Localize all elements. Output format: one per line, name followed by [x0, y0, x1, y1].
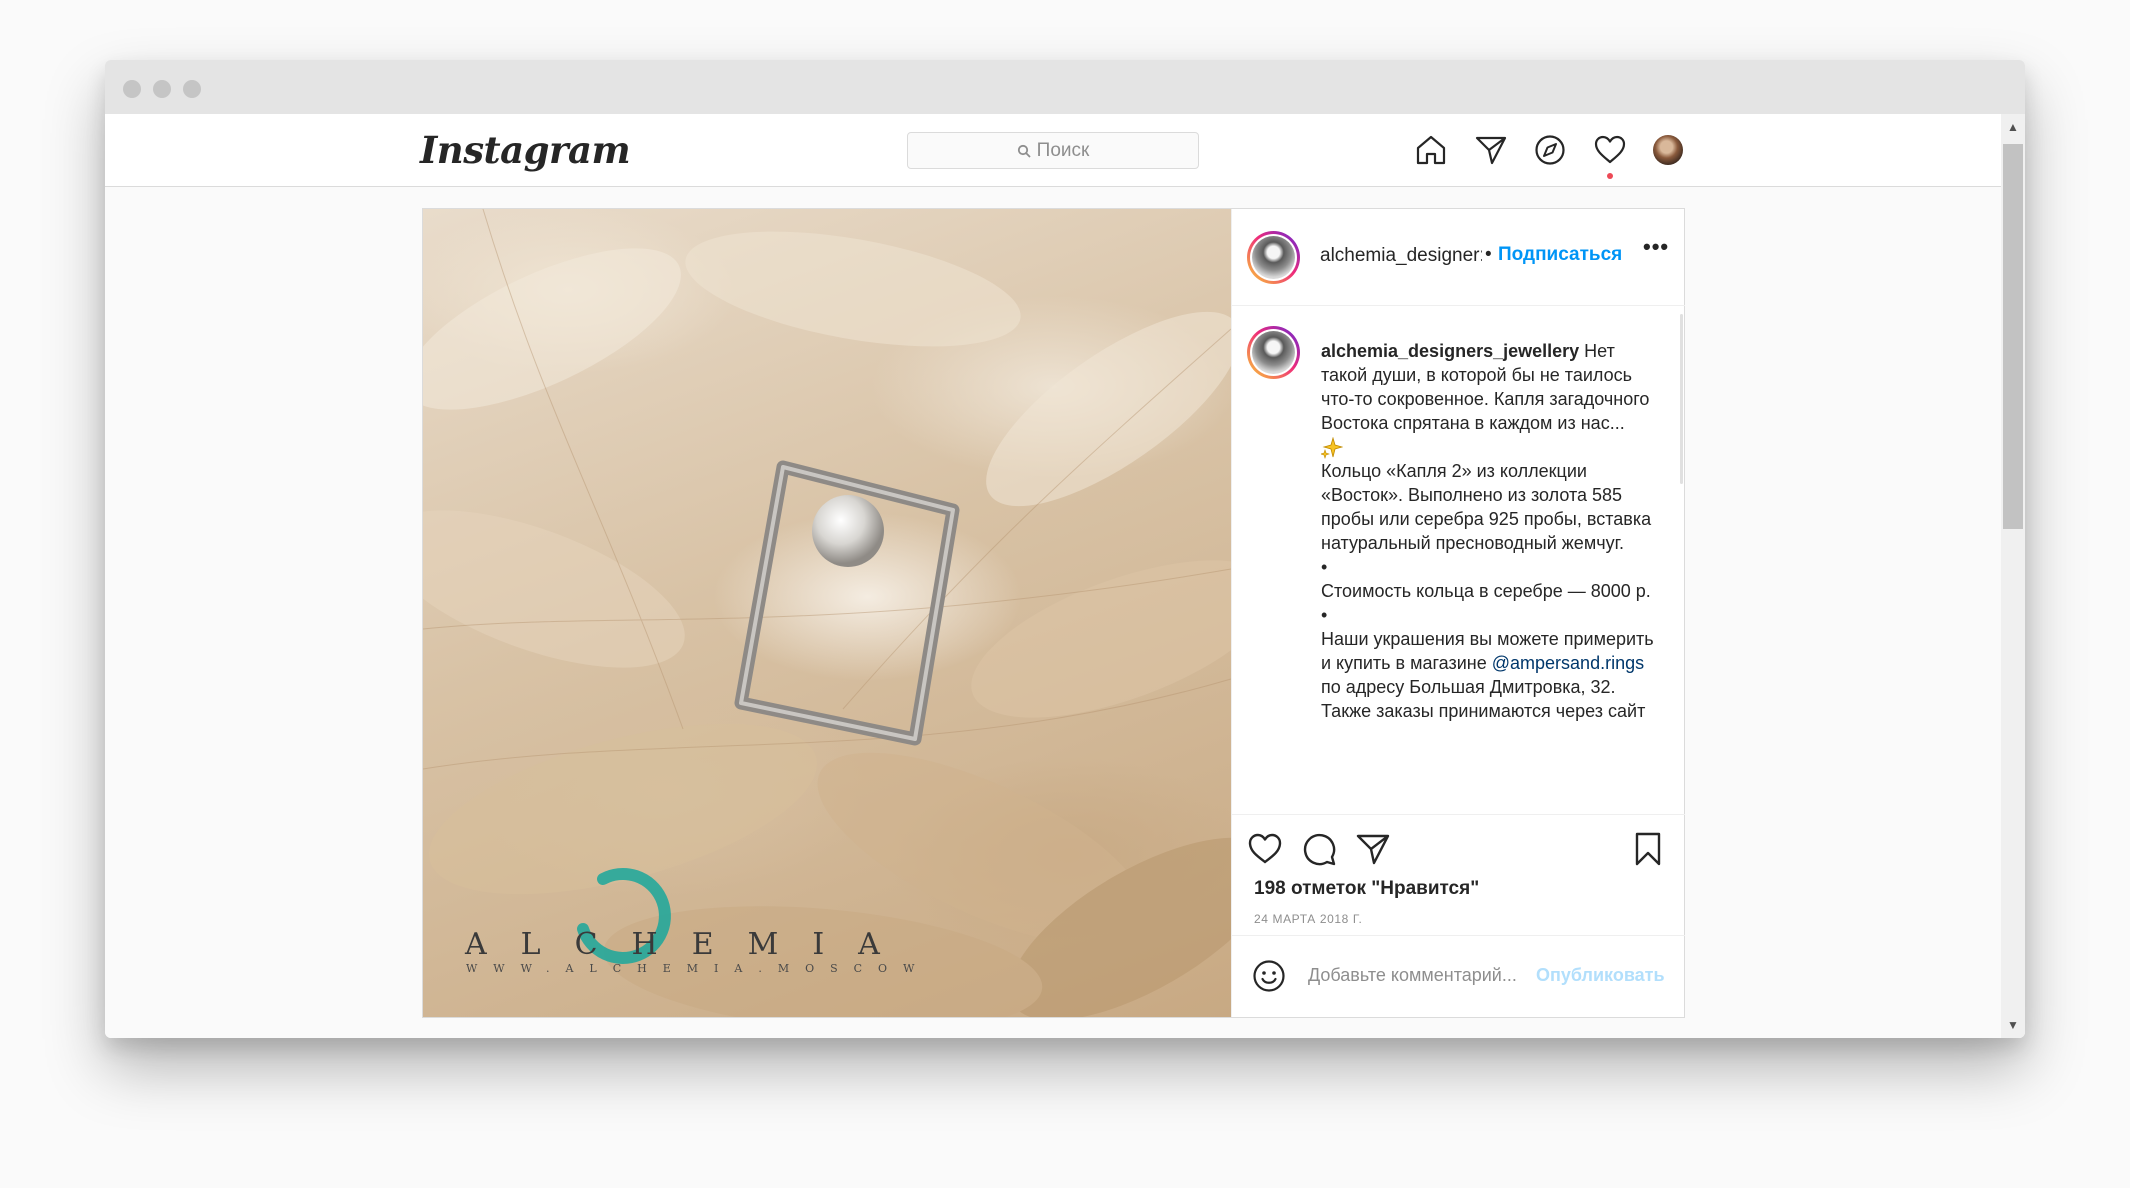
- caption-mention-link[interactable]: @ampersand.rings: [1492, 653, 1644, 673]
- profile-avatar[interactable]: [1653, 135, 1683, 165]
- home-icon[interactable]: [1414, 133, 1448, 167]
- emoji-smiley-icon[interactable]: [1252, 959, 1286, 993]
- caption-paragraph-3-end: по адресу Большая Дмитровка, 32. Также з…: [1321, 677, 1646, 722]
- search-input[interactable]: Поиск: [907, 132, 1199, 169]
- caption-text: alchemia_designers_jewellery Нет такой д…: [1321, 339, 1661, 723]
- post-card: ALCHEMIA WWW.ALCHEMIA.MOSCOW alchemia_de…: [422, 208, 1685, 1018]
- author-username[interactable]: alchemia_designer:: [1320, 245, 1482, 267]
- post-actions: 198 отметок "Нравится" 24 МАРТА 2018 Г.: [1232, 814, 1685, 935]
- post-sidebar: alchemia_designer: • Подписаться ••• alc…: [1231, 209, 1685, 1017]
- caption-bullet-2: •: [1321, 605, 1328, 626]
- publish-button[interactable]: Опубликовать: [1536, 965, 1665, 986]
- scroll-up-arrow-icon[interactable]: ▲: [2001, 114, 2025, 140]
- comment-bubble-icon[interactable]: [1301, 831, 1337, 867]
- page-viewport: Instagram Поиск ALCHEMIA WWW.ALCHEMIA.MO…: [105, 114, 2025, 1038]
- scroll-down-arrow-icon[interactable]: ▼: [2001, 1012, 2025, 1038]
- share-send-icon[interactable]: [1355, 831, 1391, 867]
- comment-form: Добавьте комментарий... Опубликовать: [1232, 935, 1685, 1017]
- activity-heart-icon[interactable]: [1593, 133, 1627, 167]
- direct-messages-icon[interactable]: [1474, 133, 1508, 167]
- caption-scrollbar[interactable]: [1680, 314, 1683, 484]
- window-close-dot[interactable]: [123, 80, 141, 98]
- search-placeholder: Поиск: [1036, 140, 1090, 161]
- comment-input[interactable]: Добавьте комментарий...: [1308, 965, 1517, 986]
- more-options-icon[interactable]: •••: [1643, 234, 1669, 260]
- activity-notification-dot: [1607, 173, 1613, 179]
- brand-watermark: ALCHEMIA WWW.ALCHEMIA.MOSCOW: [423, 209, 1231, 1017]
- watermark-brand-name: ALCHEMIA: [465, 927, 914, 962]
- caption-avatar-ring[interactable]: [1247, 326, 1300, 379]
- follow-button[interactable]: Подписаться: [1498, 244, 1622, 266]
- search-icon: [1017, 144, 1031, 158]
- caption-avatar: [1252, 331, 1295, 374]
- caption-paragraph-2: Стоимость кольца в серебре — 8000 р.: [1321, 581, 1651, 602]
- window-titlebar: [105, 60, 2025, 114]
- window-minimize-dot[interactable]: [153, 80, 171, 98]
- caption-bullet-1: •: [1321, 557, 1328, 578]
- author-avatar-ring[interactable]: [1247, 231, 1300, 284]
- browser-window: Instagram Поиск ALCHEMIA WWW.ALCHEMIA.MO…: [105, 60, 2025, 1038]
- like-heart-icon[interactable]: [1247, 831, 1283, 867]
- window-maximize-dot[interactable]: [183, 80, 201, 98]
- instagram-logo[interactable]: Instagram: [420, 128, 631, 172]
- page-scrollbar[interactable]: ▲ ▼: [2001, 114, 2025, 1038]
- top-navbar: Instagram Поиск: [105, 114, 2001, 187]
- explore-compass-icon[interactable]: [1533, 133, 1567, 167]
- post-photo[interactable]: ALCHEMIA WWW.ALCHEMIA.MOSCOW: [423, 209, 1231, 1017]
- scroll-thumb[interactable]: [2003, 144, 2023, 529]
- author-avatar: [1252, 236, 1295, 279]
- header-separator: •: [1485, 244, 1492, 265]
- sparkle-emoji-icon: [1321, 437, 1343, 460]
- post-date[interactable]: 24 МАРТА 2018 Г.: [1254, 912, 1362, 926]
- caption-paragraph-1: Кольцо «Капля 2» из коллекции «Восток». …: [1321, 461, 1652, 554]
- caption-username[interactable]: alchemia_designers_jewellery: [1321, 341, 1579, 361]
- post-header: alchemia_designer: • Подписаться •••: [1232, 209, 1685, 306]
- watermark-website: WWW.ALCHEMIA.MOSCOW: [466, 962, 931, 975]
- likes-count[interactable]: 198 отметок "Нравится": [1254, 878, 1479, 900]
- caption-area[interactable]: alchemia_designers_jewellery Нет такой д…: [1232, 306, 1685, 814]
- save-bookmark-icon[interactable]: [1630, 831, 1666, 867]
